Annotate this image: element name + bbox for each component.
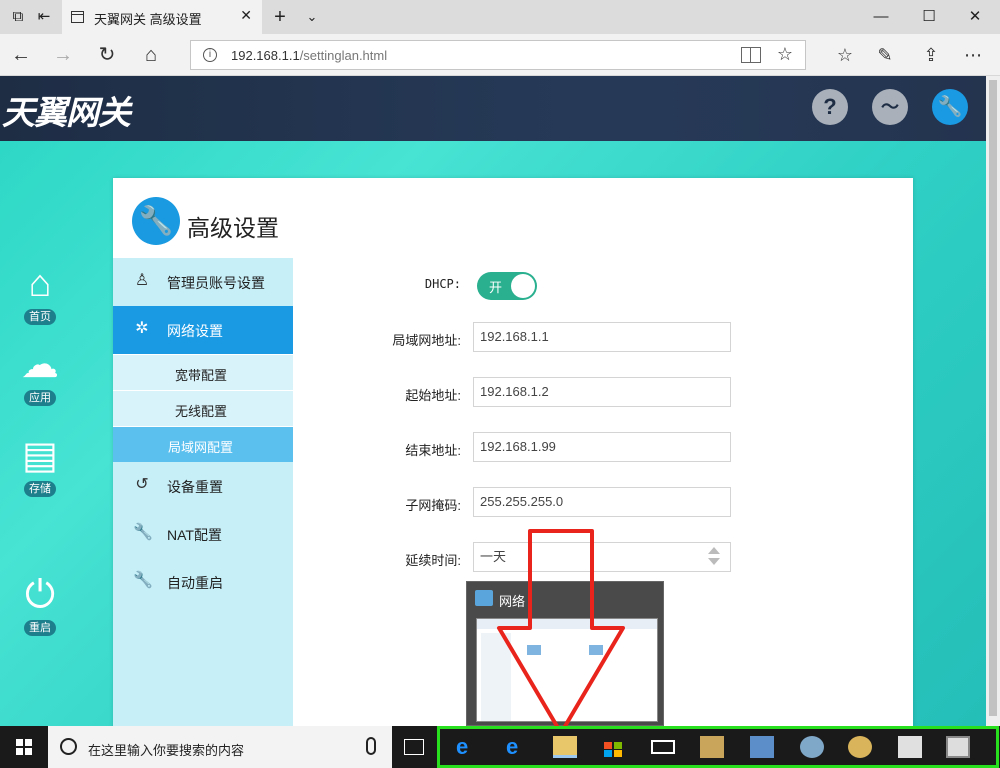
new-tab-icon[interactable]: + <box>268 5 292 29</box>
scrollbar-thumb[interactable] <box>989 80 997 716</box>
cortana-icon <box>60 738 77 755</box>
sidebar-item-label: 管理员账号设置 <box>167 275 265 291</box>
gear-icon: ✲ <box>135 320 149 337</box>
annotation-arrow <box>497 529 625 735</box>
storage-icon: ▤ <box>22 435 58 477</box>
refresh-icon[interactable]: ↻ <box>94 42 120 68</box>
start-address-input[interactable]: 192.168.1.2 <box>473 377 731 407</box>
browser-tab-bar: ⧉ ⇤ 天翼网关 高级设置 ✕ + ⌄ — ☐ ✕ <box>0 0 1000 34</box>
close-tab-icon[interactable]: ✕ <box>240 7 252 24</box>
leftnav-apps-label: 应用 <box>24 390 56 406</box>
more-dots-icon[interactable]: ⋯ <box>960 42 986 68</box>
maximize-icon[interactable]: ☐ <box>906 3 952 31</box>
reading-view-icon[interactable] <box>741 47 761 63</box>
sidebar-item-label: 自动重启 <box>167 575 223 591</box>
address-bar[interactable]: i 192.168.1.1/settinglan.html ☆ <box>190 40 806 70</box>
info-icon[interactable]: i <box>203 48 217 62</box>
sidebar-item-auto-reboot[interactable]: 🔧 自动重启 <box>113 558 293 606</box>
sub-item-label: 宽带配置 <box>175 368 228 383</box>
minimize-icon[interactable]: — <box>858 3 904 31</box>
sidebar-item-label: 网络设置 <box>167 323 223 339</box>
wrench-icon: 🔧 <box>133 524 153 541</box>
dhcp-toggle-text: 开 <box>489 280 503 295</box>
end-address-label: 结束地址: <box>405 443 461 458</box>
start-address-label: 起始地址: <box>405 388 461 403</box>
end-address-input[interactable]: 192.168.1.99 <box>473 432 731 462</box>
cloud-icon: ☁ <box>21 344 59 386</box>
share-icon[interactable]: ⇪ <box>918 42 944 68</box>
lan-address-input[interactable]: 192.168.1.1 <box>473 322 731 352</box>
page-icon <box>71 11 84 23</box>
leftnav-apps[interactable]: ☁ 应用 <box>12 342 68 406</box>
taskbar-highlight-box <box>437 726 999 768</box>
sub-item-broadband[interactable]: 宽带配置 <box>113 354 293 390</box>
sub-item-wireless[interactable]: 无线配置 <box>113 390 293 426</box>
sub-item-label: 无线配置 <box>175 404 228 419</box>
settings-sidebar: ♙ 管理员账号设置 ✲ 网络设置 宽带配置 无线配置 局域网配置 ↺ 设备重置 … <box>113 258 293 726</box>
chevron-down-icon[interactable]: ⌄ <box>300 5 324 29</box>
sub-item-label: 局域网配置 <box>168 440 234 455</box>
leftnav-home[interactable]: ⌂ 首页 <box>12 261 68 325</box>
start-button[interactable] <box>0 726 48 768</box>
favorite-star-icon[interactable]: ☆ <box>777 44 793 65</box>
url-text[interactable]: 192.168.1.1/settinglan.html <box>231 48 387 63</box>
lan-address-label: 局域网地址: <box>392 333 461 348</box>
sidebar-item-network[interactable]: ✲ 网络设置 <box>113 306 293 354</box>
help-icon[interactable]: ? <box>812 89 848 125</box>
sidebar-item-reset[interactable]: ↺ 设备重置 <box>113 462 293 510</box>
page-scrollbar[interactable] <box>986 76 1000 726</box>
leftnav-reboot[interactable]: ⏻ 重启 <box>12 572 68 636</box>
leftnav-storage-label: 存储 <box>24 481 56 497</box>
close-window-icon[interactable]: ✕ <box>952 3 998 31</box>
leftnav-storage[interactable]: ▤ 存储 <box>12 433 68 497</box>
sidebar-item-label: NAT配置 <box>167 527 222 543</box>
page-title: 高级设置 <box>187 215 279 241</box>
back-arrow-icon[interactable]: ← <box>8 42 34 68</box>
forward-arrow-icon[interactable]: → <box>50 42 76 68</box>
windows-logo-icon <box>16 739 32 755</box>
browser-nav-bar: ← → ↻ ⌂ i 192.168.1.1/settinglan.html ☆ … <box>0 34 1000 76</box>
browser-tab[interactable]: 天翼网关 高级设置 ✕ <box>62 0 262 34</box>
lease-time-label: 延续时间: <box>405 553 461 568</box>
subnet-mask-input[interactable]: 255.255.255.0 <box>473 487 731 517</box>
microphone-icon[interactable] <box>366 737 376 755</box>
baidu-watermark: Bai经验 <box>760 664 881 702</box>
card-header: 🔧 高级设置 <box>113 178 913 258</box>
search-placeholder: 在这里输入你要搜索的内容 <box>88 743 245 758</box>
tab-manager-icon[interactable]: ⧉ <box>6 5 30 29</box>
dhcp-label: DHCP: <box>424 277 461 291</box>
page-header: 天翼网关 ? 〜 🔧 <box>0 76 986 141</box>
web-note-pen-icon[interactable]: ✎ <box>872 42 898 68</box>
tab-title: 天翼网关 高级设置 <box>94 12 202 27</box>
select-arrows-icon <box>708 547 720 567</box>
stats-icon[interactable]: 〜 <box>872 89 908 125</box>
user-icon: ♙ <box>134 272 150 289</box>
sidebar-item-label: 设备重置 <box>167 479 223 495</box>
sidebar-item-nat[interactable]: 🔧 NAT配置 <box>113 510 293 558</box>
leftnav-reboot-label: 重启 <box>24 620 56 636</box>
leftnav-home-label: 首页 <box>24 309 56 325</box>
power-icon: ⏻ <box>24 574 56 616</box>
settings-wrench-icon[interactable]: 🔧 <box>932 89 968 125</box>
dhcp-toggle[interactable]: 开 <box>477 272 537 300</box>
taskbar-search[interactable]: 在这里输入你要搜索的内容 <box>48 726 392 768</box>
home-icon[interactable]: ⌂ <box>138 42 164 68</box>
task-view-icon[interactable] <box>404 739 424 755</box>
sidebar-item-admin[interactable]: ♙ 管理员账号设置 <box>113 258 293 306</box>
sub-item-lan[interactable]: 局域网配置 <box>113 426 293 462</box>
toggle-knob <box>511 274 535 298</box>
wrench-icon: 🔧 <box>133 572 153 589</box>
brand-logo: 天翼网关 <box>2 93 131 132</box>
subnet-mask-label: 子网掩码: <box>405 498 461 513</box>
favorites-hub-icon[interactable]: ☆ <box>832 42 858 68</box>
wrench-icon: 🔧 <box>132 197 180 245</box>
set-tabs-aside-icon[interactable]: ⇤ <box>32 5 56 29</box>
reset-icon: ↺ <box>135 476 149 493</box>
home-icon: ⌂ <box>28 263 52 305</box>
